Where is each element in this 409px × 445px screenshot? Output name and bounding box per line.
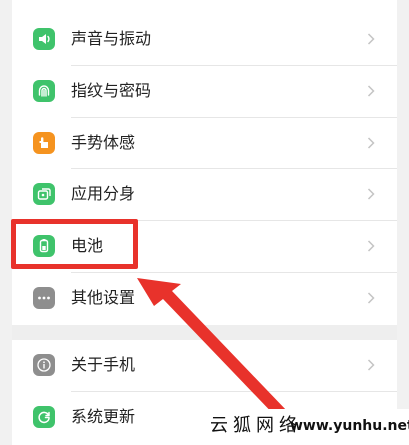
red-arrow-icon	[137, 278, 288, 420]
watermark: 云狐网络 www.yunhu.net	[206, 409, 409, 445]
watermark-url: www.yunhu.net	[290, 418, 409, 434]
settings-screen: 声音与振动 指纹与密码 手势体感 应用分身 电池 其他设置 关于手机 系统更新 …	[0, 0, 409, 445]
watermark-text: 云狐网络	[210, 415, 302, 436]
